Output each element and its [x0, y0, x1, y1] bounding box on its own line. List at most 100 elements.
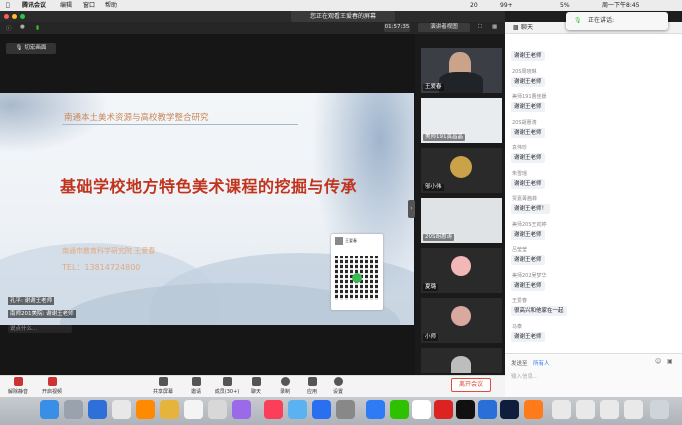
maximize-window-icon[interactable]: [20, 14, 25, 19]
meeting-toolbar: ⓘ ● ▮ 01:57:35 演讲者视图 ⛶ ▦: [0, 22, 505, 34]
share-screen-button[interactable]: 共享屏幕: [148, 377, 178, 395]
layout-icon[interactable]: ▦: [492, 24, 497, 30]
video-tile[interactable]: 邬小伟: [421, 148, 502, 193]
chat-sender: 朱雪瑶: [512, 170, 528, 177]
close-window-icon[interactable]: [4, 14, 9, 19]
contacts-icon[interactable]: [208, 400, 227, 419]
members-label: 成员(30+): [214, 389, 240, 395]
invite-label: 邀请: [190, 389, 201, 395]
chat-sender: 20S周晓琳: [512, 68, 537, 75]
minimize-window-icon[interactable]: [12, 14, 17, 19]
firefox-icon[interactable]: [524, 400, 543, 419]
window-thumbnail[interactable]: [600, 400, 619, 419]
mute-label: 解除静音: [7, 389, 28, 395]
danmaku-input[interactable]: 说点什么...: [8, 325, 72, 333]
chat-message: 很高兴和他家在一起: [511, 306, 567, 316]
video-button[interactable]: 开启视频: [37, 377, 67, 395]
apple-icon[interactable]: : [6, 0, 10, 11]
chat-tab-icon: ▩: [513, 24, 519, 31]
settings-app-icon[interactable]: [336, 400, 355, 419]
chat-input[interactable]: 输入信息...: [511, 372, 676, 384]
video-tile[interactable]: 夏璐: [421, 248, 502, 293]
share-banner[interactable]: 您正在观看王爱春的屏幕: [291, 11, 395, 22]
chat-sender: 王爱春: [512, 298, 528, 304]
chat-message: 谢谢王老师: [511, 127, 545, 138]
chat-sender: 袁伟珍: [512, 145, 528, 151]
menu-edit[interactable]: 编辑: [60, 0, 72, 11]
shield-icon[interactable]: ●: [20, 24, 25, 30]
switch-view-button[interactable]: 🎙 切宏画面: [6, 43, 56, 54]
menu-window[interactable]: 窗口: [83, 0, 95, 11]
view-mode-select[interactable]: 演讲者视图: [418, 23, 470, 32]
notes-icon[interactable]: [160, 400, 179, 419]
video-label: 开启视频: [41, 389, 62, 395]
safari-icon[interactable]: [88, 400, 107, 419]
tencent-meeting-icon[interactable]: [366, 400, 385, 419]
share-icon: [158, 377, 168, 386]
chat-message: 谢谢王老师: [511, 51, 545, 61]
avatar: [335, 237, 343, 245]
photoshop-icon[interactable]: [500, 400, 519, 419]
emoji-icon[interactable]: ☺: [655, 358, 661, 365]
ink-branch-decoration: [0, 93, 110, 153]
app-icon[interactable]: [478, 400, 497, 419]
record-label: 录制: [279, 389, 290, 395]
chat-sender: 美师202吴梦华: [512, 272, 547, 279]
members-icon: [222, 377, 232, 386]
notification-count: 99+: [500, 2, 513, 9]
chat-tab[interactable]: 聊天: [521, 22, 533, 34]
app-icon[interactable]: [412, 400, 431, 419]
video-tile[interactable]: 美师191黄昌晶: [421, 98, 502, 143]
settings-label: 设置: [332, 389, 343, 395]
collapse-panel-handle[interactable]: ›: [408, 200, 415, 218]
chat-icon: [251, 377, 261, 386]
chat-button[interactable]: 聊天: [241, 377, 271, 395]
video-tile[interactable]: [421, 348, 502, 373]
send-target-select[interactable]: 所有人: [533, 359, 550, 367]
info-icon[interactable]: ⓘ: [6, 24, 12, 32]
avatar: [450, 156, 472, 178]
signal-icon: ▮: [36, 25, 40, 31]
meeting-timer: 01:57:35: [384, 23, 410, 32]
calendar-icon[interactable]: [184, 400, 203, 419]
slide-org: 南通市教育科学研究院 王爱春: [62, 247, 156, 255]
music-icon[interactable]: [264, 400, 283, 419]
chat-label: 聊天: [250, 389, 261, 395]
settings-button[interactable]: 设置: [323, 377, 353, 395]
avatar: [451, 256, 471, 276]
fullscreen-icon[interactable]: ⛶: [478, 24, 482, 31]
invite-button[interactable]: 邀请: [181, 377, 211, 395]
trash-icon[interactable]: [650, 400, 669, 419]
record-button[interactable]: 录制: [270, 377, 300, 395]
window-thumbnail[interactable]: [576, 400, 595, 419]
leave-meeting-button[interactable]: 离开会议: [451, 378, 491, 392]
wechat-icon[interactable]: [390, 400, 409, 419]
speaking-label: 正在讲话:: [588, 17, 615, 24]
photos-icon[interactable]: [232, 400, 251, 419]
chat-message: 谢谢王老师: [511, 255, 545, 265]
launchpad-icon[interactable]: [64, 400, 83, 419]
app-icon[interactable]: [288, 400, 307, 419]
avatar: [451, 356, 471, 373]
tile-label: 20S胡惠涛: [423, 234, 454, 241]
mute-button[interactable]: 解除静音: [3, 377, 33, 395]
finder-icon[interactable]: [40, 400, 59, 419]
video-tile[interactable]: 王爱春: [421, 48, 502, 93]
menu-help[interactable]: 帮助: [105, 0, 117, 11]
video-tile[interactable]: 小师: [421, 298, 502, 343]
qq-icon[interactable]: [456, 400, 475, 419]
menu-app[interactable]: 腾讯会议: [22, 0, 46, 11]
battery-count: 20: [470, 2, 478, 9]
mail-icon[interactable]: [136, 400, 155, 419]
chrome-icon[interactable]: [112, 400, 131, 419]
image-icon[interactable]: ▣: [667, 358, 673, 365]
app-store-icon[interactable]: [312, 400, 331, 419]
video-tile[interactable]: 20S胡惠涛: [421, 198, 502, 243]
slide-phone: TEL：13814724800: [62, 263, 141, 272]
window-thumbnail[interactable]: [624, 400, 643, 419]
chat-sender: 贾嘉菁茜菲: [512, 196, 538, 202]
window-thumbnail[interactable]: [552, 400, 571, 419]
tile-label: 邬小伟: [423, 184, 444, 191]
wps-icon[interactable]: [434, 400, 453, 419]
members-button[interactable]: 成员(30+): [212, 377, 242, 395]
